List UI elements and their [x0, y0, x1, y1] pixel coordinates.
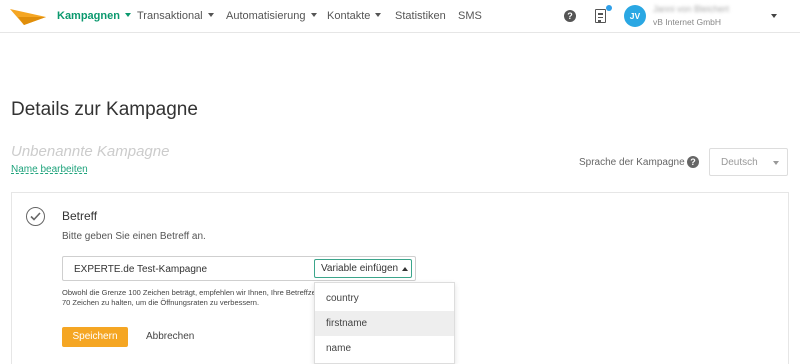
subject-hint-line: 70 Zeichen zu halten, um die Öffnungsrat…	[62, 298, 260, 307]
nav-item-automatisierung[interactable]: Automatisierung	[226, 10, 317, 22]
logo-icon[interactable]	[10, 7, 46, 27]
chevron-down-icon	[124, 13, 131, 17]
subject-value: EXPERTE.de Test-Kampagne	[74, 264, 208, 275]
insert-variable-label: Variable einfügen	[321, 263, 399, 274]
nav-item-kontakte[interactable]: Kontakte	[327, 10, 382, 22]
chevron-down-icon[interactable]	[771, 14, 777, 18]
nav-item-label: Transaktional	[137, 10, 203, 22]
language-label: Sprache der Kampagne	[579, 157, 685, 168]
nav-item-kampagnen[interactable]: Kampagnen	[57, 10, 131, 22]
help-icon[interactable]: ?	[687, 156, 699, 168]
nav-item-label: Automatisierung	[226, 10, 306, 22]
subject-title: Betreff	[62, 209, 98, 223]
nav-item-sms[interactable]: SMS	[458, 10, 482, 22]
page-title: Details zur Kampagne	[11, 99, 198, 120]
campaign-name: Unbenannte Kampagne	[11, 143, 170, 160]
nav-item-label: SMS	[458, 10, 482, 22]
nav-item-label: Statistiken	[395, 10, 446, 22]
avatar[interactable]: JV	[624, 5, 646, 27]
nav-item-transaktional[interactable]: Transaktional	[137, 10, 214, 22]
chevron-down-icon	[310, 13, 317, 17]
nav-item-statistiken[interactable]: Statistiken	[395, 10, 446, 22]
chevron-down-icon	[773, 161, 779, 165]
subject-hint: Obwohl die Grenze 100 Zeichen beträgt, e…	[62, 288, 314, 308]
top-navigation: Kampagnen Transaktional Automatisierung …	[0, 0, 800, 33]
save-button[interactable]: Speichern	[62, 327, 128, 347]
chevron-up-icon	[402, 267, 408, 271]
variable-dropdown: country firstname name	[314, 282, 455, 364]
cancel-button[interactable]: Abbrechen	[146, 331, 194, 342]
check-circle-icon	[26, 207, 45, 226]
user-name[interactable]: Janni von Bleichert	[653, 4, 729, 14]
nav-item-label: Kampagnen	[57, 10, 120, 22]
dropdown-option-name[interactable]: name	[315, 336, 454, 361]
notification-badge	[606, 5, 612, 11]
nav-item-label: Kontakte	[327, 10, 371, 22]
dropdown-option-firstname[interactable]: firstname	[315, 311, 454, 336]
subject-hint-line: Obwohl die Grenze 100 Zeichen beträgt, e…	[62, 288, 314, 297]
language-value: Deutsch	[721, 157, 758, 168]
edit-name-link[interactable]: Name bearbeiten	[11, 164, 88, 175]
language-select[interactable]: Deutsch	[709, 148, 788, 176]
chevron-down-icon	[375, 13, 382, 17]
dropdown-option-country[interactable]: country	[315, 286, 454, 311]
subject-description: Bitte geben Sie einen Betreff an.	[62, 231, 206, 242]
help-icon[interactable]: ?	[564, 10, 576, 22]
notifications-icon[interactable]	[595, 9, 606, 23]
chevron-down-icon	[207, 13, 214, 17]
insert-variable-button[interactable]: Variable einfügen	[314, 259, 412, 278]
user-company[interactable]: vB Internet GmbH	[653, 17, 721, 27]
